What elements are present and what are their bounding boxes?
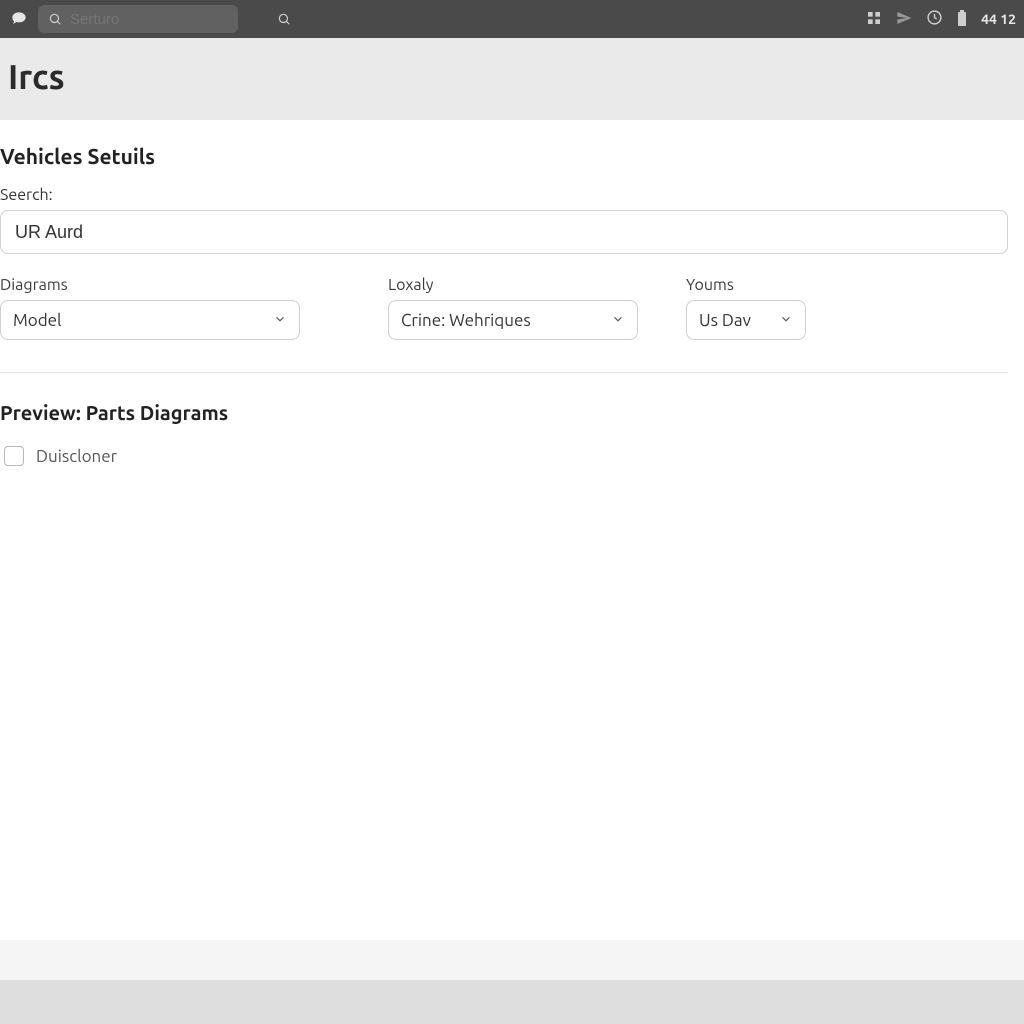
app-logo-icon: [8, 8, 30, 30]
preview-heading: Preview: Parts Diagrams: [0, 401, 1008, 424]
list-item: Duiscloner: [0, 446, 1008, 466]
duiscloner-checkbox[interactable]: [4, 446, 24, 466]
vehicle-search-input[interactable]: [0, 210, 1008, 254]
battery-icon: [957, 10, 967, 29]
youms-select[interactable]: Us Dav: [686, 300, 806, 340]
clock-text: 44 12: [981, 11, 1016, 27]
topbar-right: 44 12: [866, 9, 1016, 29]
search-label: Seerch:: [0, 186, 1008, 204]
loxaly-select[interactable]: Crine: Wehriques: [388, 300, 638, 340]
search-icon: [277, 12, 291, 26]
search-icon: [48, 12, 62, 26]
diagrams-label: Diagrams: [0, 276, 300, 294]
duiscloner-label: Duiscloner: [36, 447, 117, 466]
chevron-down-icon: [611, 311, 625, 330]
main-content: Vehicles Setuils Seerch: Diagrams Model …: [0, 120, 1024, 940]
bottom-bar: [0, 980, 1024, 1024]
filters-row: Diagrams Model Loxaly Crine: Wehriques Y…: [0, 276, 1008, 373]
youms-label: Youms: [686, 276, 806, 294]
chevron-down-icon: [273, 311, 287, 330]
loxaly-label: Loxaly: [388, 276, 638, 294]
title-strip: Ircs: [0, 38, 1024, 120]
diagrams-select-value: Model: [13, 311, 62, 330]
vehicles-heading: Vehicles Setuils: [0, 144, 1008, 168]
page-title: Ircs: [0, 58, 1024, 96]
chevron-down-icon: [779, 311, 793, 330]
global-search-input[interactable]: [70, 11, 269, 28]
refresh-icon[interactable]: [926, 9, 943, 29]
diagrams-select[interactable]: Model: [0, 300, 300, 340]
send-icon[interactable]: [896, 10, 912, 29]
loxaly-select-value: Crine: Wehriques: [401, 311, 531, 330]
topbar: 44 12: [0, 0, 1024, 38]
youms-select-value: Us Dav: [699, 311, 751, 330]
grid-icon[interactable]: [866, 10, 882, 29]
global-search[interactable]: [38, 5, 238, 33]
